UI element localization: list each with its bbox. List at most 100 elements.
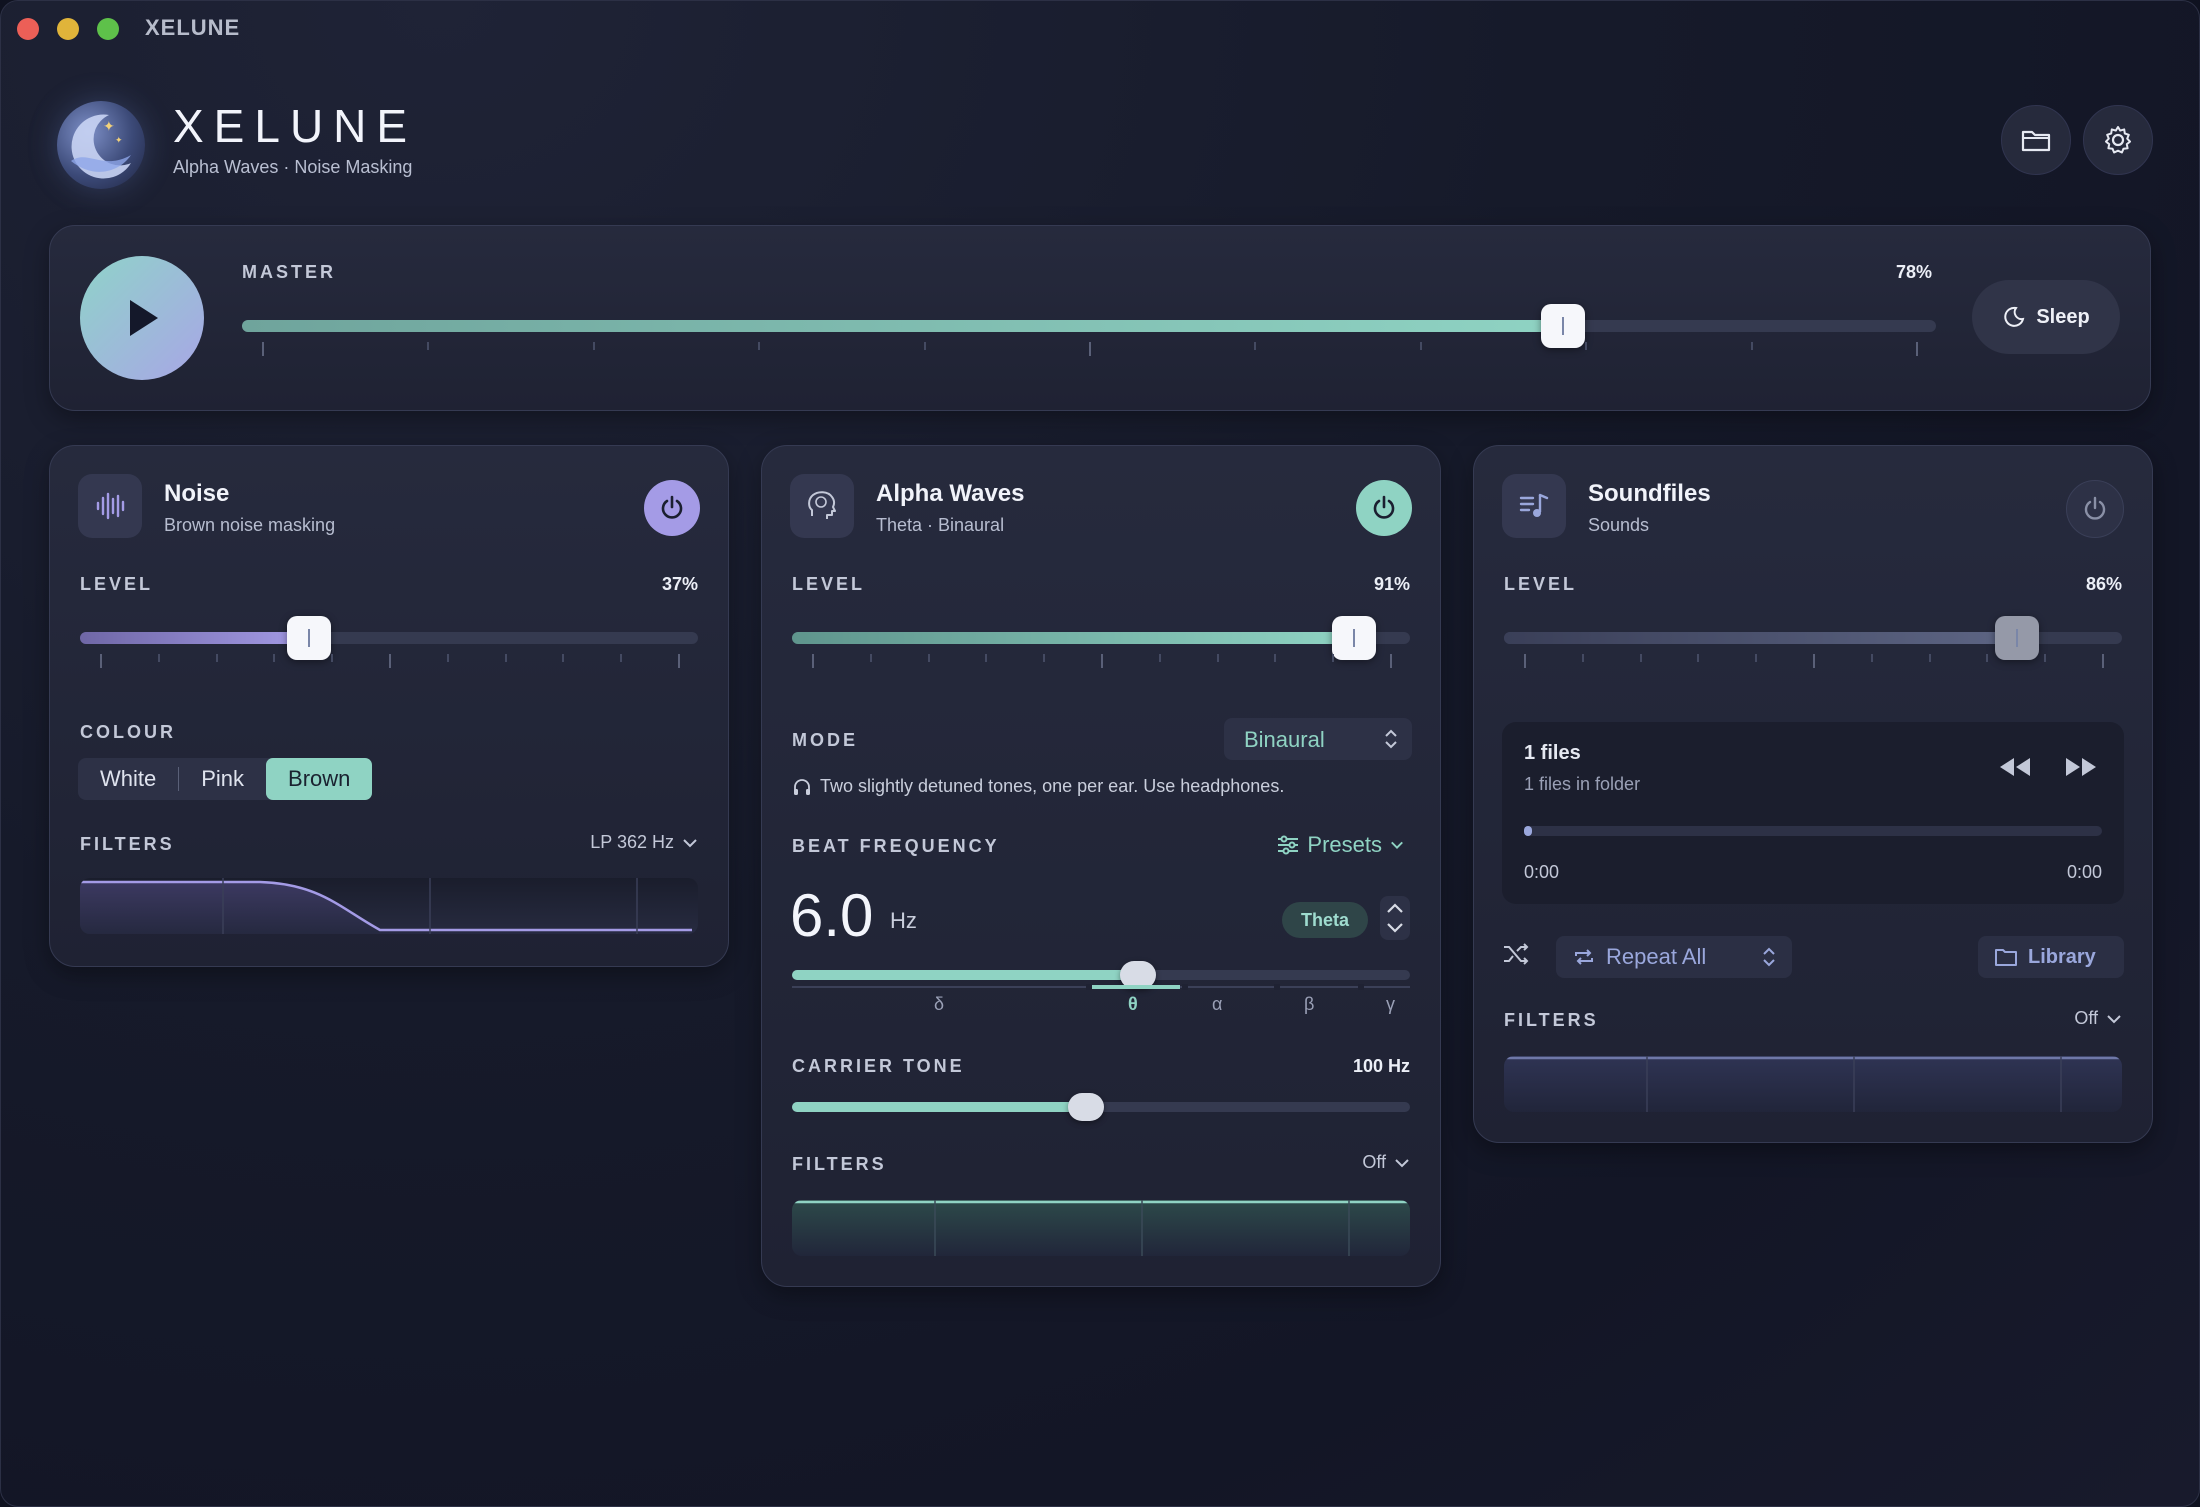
band-theta[interactable]: θ [1128,994,1138,1015]
minimize-window-button[interactable] [57,18,79,40]
up-down-chevron-icon [1763,947,1775,967]
chevron-down-icon [1395,1158,1409,1167]
slider-tick [1101,654,1103,668]
band-gamma[interactable]: γ [1386,994,1395,1015]
repeat-select[interactable]: Repeat All [1556,936,1792,978]
alpha-filter-curve[interactable] [792,1200,1410,1256]
mode-select[interactable]: Binaural [1224,718,1412,760]
soundfiles-filter-dropdown[interactable]: Off [2074,1008,2122,1029]
window-title: XELUNE [145,15,241,40]
mode-label: MODE [792,730,858,750]
soundfiles-level-thumb[interactable] [1994,616,2039,660]
mode-value: Binaural [1244,727,1325,752]
close-window-button[interactable] [17,18,39,40]
rewind-button[interactable] [1998,756,2032,783]
play-button[interactable] [80,256,204,380]
soundfiles-filter-curve[interactable] [1504,1056,2122,1112]
fast-forward-icon [2066,758,2096,776]
sleep-button[interactable]: Sleep [1972,280,2120,354]
noise-power-button[interactable] [644,480,700,536]
presets-label: Presets [1307,832,1382,857]
noise-title: Noise [164,480,230,507]
band-badge: Theta [1282,902,1368,938]
beat-frequency-value: 6.0 [790,882,874,949]
shuffle-icon [1504,943,1529,965]
gear-icon [2105,126,2131,154]
alpha-level-thumb[interactable] [1332,616,1377,660]
master-card: MASTER 78% Sleep [49,225,2151,411]
soundfiles-power-button[interactable] [2066,480,2124,538]
player-title: 1 files [1524,742,1581,764]
alpha-level-label: LEVEL [792,574,866,594]
mode-hint: Two slightly detuned tones, one per ear.… [792,776,1284,797]
alpha-level-track[interactable] [792,632,1410,644]
noise-filter-curve[interactable] [80,878,698,934]
slider-tick [1697,654,1700,662]
fast-forward-button[interactable] [2064,756,2098,783]
folder-icon [2021,130,2051,152]
title-bar: XELUNE [1,1,2199,57]
band-alpha[interactable]: α [1212,994,1222,1015]
slider-tick [562,654,565,662]
alpha-subtitle: Theta · Binaural [876,515,1005,535]
folder-button[interactable] [2001,105,2071,175]
colour-pink-option[interactable]: Pink [179,758,266,800]
master-slider-track[interactable] [242,320,1936,332]
alpha-icon-box [790,474,854,538]
slider-tick [1043,654,1046,662]
play-icon [130,300,158,336]
alpha-power-button[interactable] [1356,480,1412,536]
soundfiles-title: Soundfiles [1588,480,1711,507]
slider-tick [985,654,988,662]
zoom-window-button[interactable] [97,18,119,40]
noise-filter-value: LP 362 Hz [590,832,674,852]
slider-tick [262,342,264,356]
colour-white-option[interactable]: White [78,758,178,800]
carrier-tone-label: CARRIER TONE [792,1056,965,1076]
alpha-level-value: 91% [1373,574,1410,594]
up-down-chevron-icon [1387,903,1403,933]
music-list-icon [1519,493,1549,517]
power-icon [1373,495,1395,519]
noise-filter-dropdown[interactable]: LP 362 Hz [590,832,698,853]
sleep-label: Sleep [2036,305,2090,328]
master-slider-thumb[interactable] [1541,304,1586,348]
alpha-filter-dropdown[interactable]: Off [1362,1152,1410,1173]
slider-tick [1986,654,1989,662]
time-end: 0:00 [2066,862,2102,882]
noise-level-value: 37% [661,574,698,594]
band-delta[interactable]: δ [934,994,944,1015]
slider-tick [100,654,102,668]
soundfiles-card: Soundfiles Sounds LEVEL 86% 1 files 1 fi… [1473,445,2153,1143]
colour-label: COLOUR [80,722,176,742]
chevron-down-icon [2107,1014,2121,1023]
svg-text:✦: ✦ [103,119,115,135]
beat-frequency-track[interactable] [792,970,1410,980]
colour-brown-option[interactable]: Brown [266,758,373,800]
shuffle-button[interactable] [1502,942,1530,971]
noise-level-thumb[interactable] [286,616,331,660]
file-player: 1 files 1 files in folder 0:00 0:00 [1502,722,2124,904]
playback-progress-fill [1524,826,1532,836]
slider-tick [812,654,814,668]
beat-frequency-stepper[interactable] [1380,896,1410,940]
slider-tick [927,654,930,662]
beat-frequency-label: BEAT FREQUENCY [792,836,1000,856]
playback-progress-track[interactable] [1524,826,2102,836]
noise-filters-label: FILTERS [80,834,175,854]
soundfiles-level-fill [1504,632,2017,644]
library-button[interactable]: Library [1978,936,2124,978]
noise-level-track[interactable] [80,632,698,644]
slider-tick [1419,342,1422,350]
settings-button[interactable] [2083,105,2153,175]
band-beta[interactable]: β [1304,994,1314,1015]
carrier-tone-thumb[interactable] [1067,1093,1104,1121]
up-down-chevron-icon [1385,729,1397,749]
slider-tick [869,654,872,662]
alpha-level-fill [792,632,1355,644]
beat-frequency-unit: Hz [890,908,917,933]
slider-tick [427,342,430,350]
master-slider-fill [242,320,1564,332]
svg-text:✦: ✦ [115,136,123,146]
presets-button[interactable]: Presets [1277,832,1404,858]
